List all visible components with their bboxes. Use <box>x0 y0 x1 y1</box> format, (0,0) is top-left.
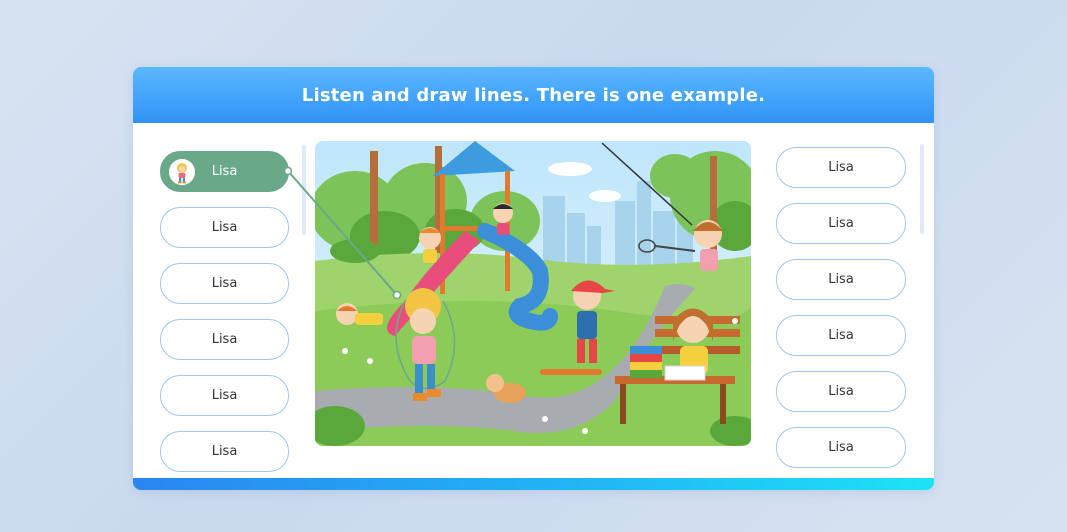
name-label: Lisa <box>828 272 854 287</box>
name-label: Lisa <box>211 444 238 459</box>
right-scrollbar[interactable] <box>920 144 924 234</box>
name-label: Lisa <box>828 440 854 455</box>
playground-scene <box>315 141 751 446</box>
name-label: Lisa <box>211 388 238 403</box>
name-button-left-2[interactable]: Lisa <box>160 207 289 248</box>
roller-skate-girl-icon <box>169 159 195 185</box>
name-label: Lisa <box>211 332 238 347</box>
name-button-right-5[interactable]: Lisa <box>776 371 906 412</box>
name-button-left-1[interactable]: Lisa <box>160 151 289 192</box>
name-label: Lisa <box>828 216 854 231</box>
name-label: Lisa <box>828 328 854 343</box>
name-button-right-1[interactable]: Lisa <box>776 147 906 188</box>
name-button-right-2[interactable]: Lisa <box>776 203 906 244</box>
name-button-left-6[interactable]: Lisa <box>160 431 289 472</box>
name-button-right-6[interactable]: Lisa <box>776 427 906 468</box>
instruction-header: Listen and draw lines. There is one exam… <box>133 67 934 123</box>
name-label: Lisa <box>828 384 854 399</box>
instruction-title: Listen and draw lines. There is one exam… <box>301 84 766 106</box>
footer-progress-bar <box>133 478 934 490</box>
left-scrollbar[interactable] <box>302 145 306 235</box>
playground-illustration-icon <box>315 141 751 446</box>
avatar <box>169 159 195 185</box>
name-button-left-5[interactable]: Lisa <box>160 375 289 416</box>
name-button-left-4[interactable]: Lisa <box>160 319 289 360</box>
name-button-right-3[interactable]: Lisa <box>776 259 906 300</box>
name-label: Lisa <box>211 276 238 291</box>
name-label: Lisa <box>211 220 238 235</box>
exercise-card: Listen and draw lines. There is one exam… <box>133 67 934 490</box>
name-label: Lisa <box>211 164 238 179</box>
name-label: Lisa <box>828 160 854 175</box>
name-button-left-3[interactable]: Lisa <box>160 263 289 304</box>
name-button-right-4[interactable]: Lisa <box>776 315 906 356</box>
